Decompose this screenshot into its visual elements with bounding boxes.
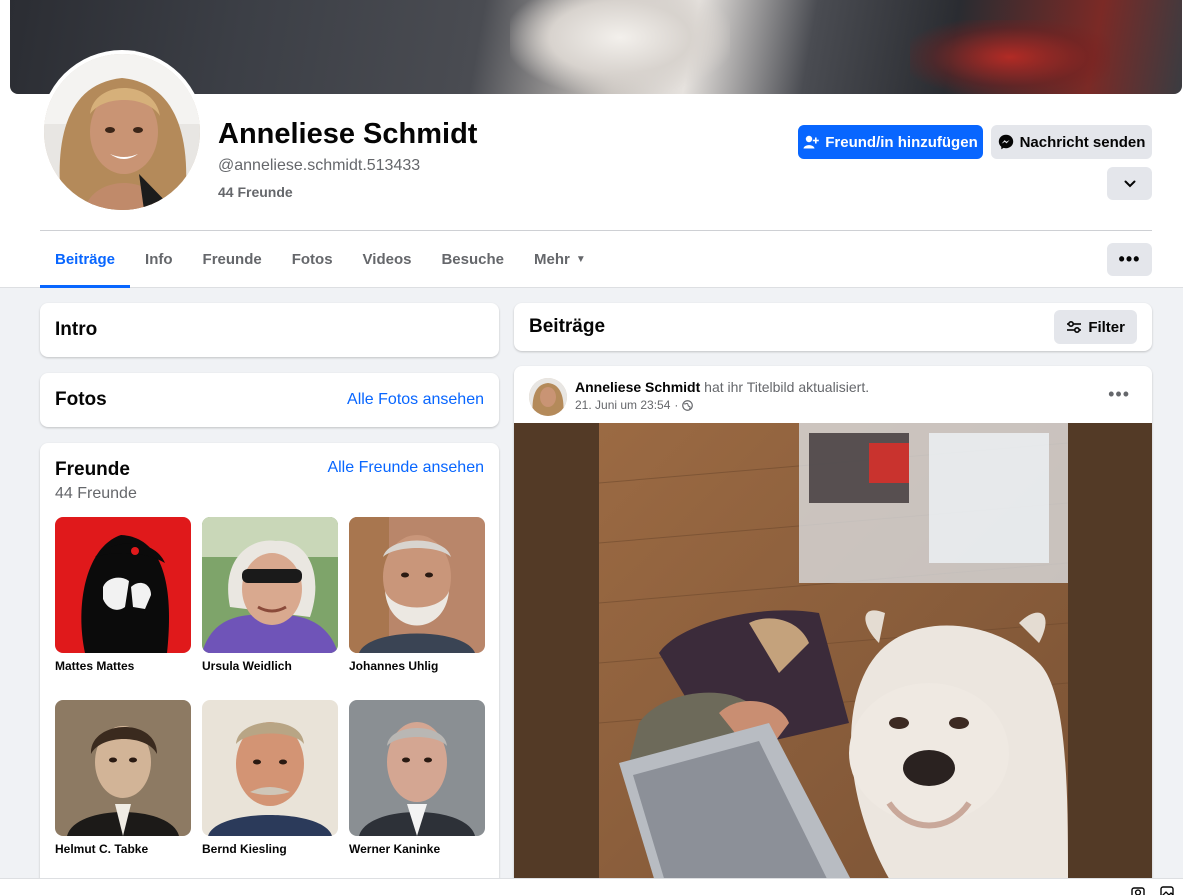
friend-name[interactable]: Werner Kaninke <box>349 842 485 856</box>
friend-photo <box>349 517 485 653</box>
friend-item[interactable]: Helmut C. Tabke <box>55 700 191 883</box>
profile-name: Anneliese Schmidt <box>218 118 478 150</box>
tab-besuche[interactable]: Besuche <box>426 231 519 288</box>
add-friend-icon <box>803 135 820 149</box>
post-header-text: Anneliese Schmidt hat ihr Titelbild aktu… <box>575 379 869 395</box>
friend-photo <box>349 700 485 836</box>
tab-label: Info <box>145 251 173 268</box>
tab-beitraege[interactable]: Beiträge <box>40 231 131 288</box>
friend-item[interactable]: Johannes Uhlig <box>349 517 485 700</box>
post-action-text: hat ihr Titelbild aktualisiert. <box>704 379 870 395</box>
messenger-icon <box>998 134 1013 150</box>
post-photo-image <box>599 423 1068 895</box>
tab-label: Mehr <box>534 251 570 268</box>
add-friend-label: Freund/in hinzufügen <box>825 133 978 151</box>
see-all-friends-link[interactable]: Alle Freunde ansehen <box>327 459 484 477</box>
friends-title: Freunde <box>55 459 130 480</box>
tab-videos[interactable]: Videos <box>348 231 427 288</box>
tab-label: Freunde <box>202 251 262 268</box>
post-author-avatar-image <box>529 378 567 416</box>
add-friend-button[interactable]: Freund/in hinzufügen <box>798 125 983 159</box>
profile-options-dropdown-button[interactable] <box>1107 167 1152 200</box>
intro-card: Intro <box>40 303 499 357</box>
friend-photo <box>55 517 191 653</box>
chevron-down-icon <box>1124 180 1135 187</box>
send-message-button[interactable]: Nachricht senden <box>991 125 1152 159</box>
tab-info[interactable]: Info <box>130 231 188 288</box>
profile-picture[interactable] <box>40 50 204 214</box>
profile-friends-count[interactable]: 44 Freunde <box>218 184 293 200</box>
tab-label: Besuche <box>441 251 504 268</box>
tab-label: Beiträge <box>55 251 116 268</box>
post-card: Anneliese Schmidt hat ihr Titelbild aktu… <box>514 366 1152 895</box>
filter-label: Filter <box>1088 318 1125 336</box>
friend-item[interactable]: Bernd Kiesling <box>202 700 338 883</box>
posts-header-card: Beiträge Filter <box>514 303 1152 351</box>
caret-down-icon: ▼ <box>575 254 586 265</box>
friend-item[interactable]: Ursula Weidlich <box>202 517 338 700</box>
friend-name[interactable]: Johannes Uhlig <box>349 659 485 673</box>
camera-icon[interactable] <box>1131 885 1145 895</box>
friends-card: Freunde 44 Freunde Alle Freunde ansehen … <box>40 443 499 895</box>
send-message-label: Nachricht senden <box>1019 133 1146 151</box>
globe-icon <box>682 399 694 411</box>
friends-count: 44 Freunde <box>55 485 137 502</box>
tab-label: Videos <box>362 251 412 268</box>
tab-freunde[interactable]: Freunde <box>188 231 277 288</box>
filter-sliders-icon <box>1067 320 1082 334</box>
intro-title: Intro <box>55 319 98 340</box>
post-author-name[interactable]: Anneliese Schmidt <box>575 379 700 395</box>
post-more-options-icon[interactable]: ••• <box>1108 384 1130 405</box>
friend-name[interactable]: Ursula Weidlich <box>202 659 338 673</box>
post-author-avatar[interactable] <box>529 378 567 416</box>
friend-photo <box>202 517 338 653</box>
post-meta: 21. Juni um 23:54 · <box>575 398 694 412</box>
filter-button[interactable]: Filter <box>1054 310 1137 344</box>
tab-fotos[interactable]: Fotos <box>277 231 348 288</box>
more-dots-icon: ••• <box>1118 249 1141 269</box>
photos-card: Fotos Alle Fotos ansehen <box>40 373 499 427</box>
photos-title: Fotos <box>55 389 107 410</box>
more-options-button[interactable]: ••• <box>1107 243 1152 276</box>
image-icon[interactable] <box>1160 885 1174 895</box>
friend-name[interactable]: Mattes Mattes <box>55 659 191 673</box>
tab-label: Fotos <box>291 251 333 268</box>
friend-photo <box>202 700 338 836</box>
friend-photo <box>55 700 191 836</box>
post-photo[interactable] <box>514 423 1152 895</box>
friend-item[interactable]: Mattes Mattes <box>55 517 191 700</box>
friend-item[interactable]: Werner Kaninke <box>349 700 485 883</box>
friend-name[interactable]: Bernd Kiesling <box>202 842 338 856</box>
friend-name[interactable]: Helmut C. Tabke <box>55 842 191 856</box>
bottom-bar <box>0 878 1183 895</box>
post-date[interactable]: 21. Juni um 23:54 <box>575 398 670 412</box>
profile-username: @anneliese.schmidt.513433 <box>218 157 421 174</box>
profile-picture-image <box>44 54 200 210</box>
see-all-photos-link[interactable]: Alle Fotos ansehen <box>347 391 484 409</box>
meta-separator: · <box>674 398 679 412</box>
tab-mehr[interactable]: Mehr ▼ <box>519 231 601 288</box>
posts-title: Beiträge <box>529 316 606 337</box>
profile-tabs: Beiträge Info Freunde Fotos Videos Besuc… <box>40 231 601 288</box>
